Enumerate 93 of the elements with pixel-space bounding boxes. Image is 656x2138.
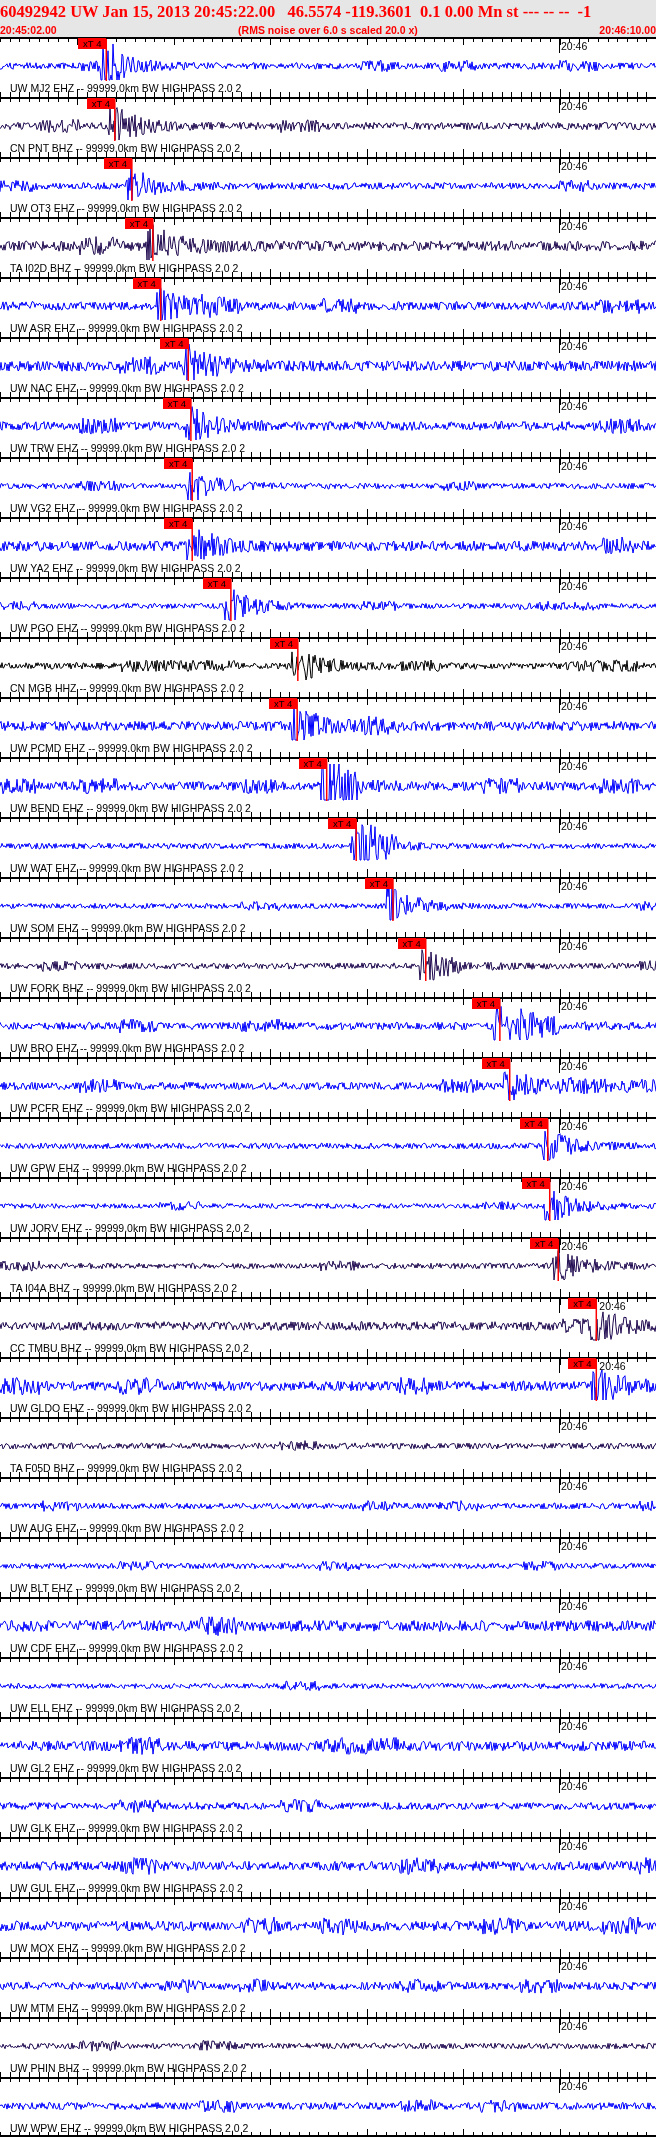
- time-mark: 20:46: [561, 160, 588, 172]
- time-mark: 20:46: [561, 2020, 588, 2032]
- pick-label: xT 4: [269, 698, 298, 709]
- channel-label: UW YA2 EHZ -- 99999.0km BW HIGHPASS 2.0 2: [10, 562, 241, 574]
- pick-label: xT 4: [481, 1058, 510, 1069]
- time-mark: 20:46: [561, 40, 588, 52]
- time-mark: 20:46: [561, 880, 588, 892]
- time-mark: 20:46: [561, 1120, 588, 1132]
- pick-label: xT 4: [162, 398, 191, 409]
- time-mark: 20:46: [561, 400, 588, 412]
- time-mark: 20:46: [561, 280, 588, 292]
- channel-label: UW GL2 EHZ -- 99999.0km BW HIGHPASS 2.0 2: [10, 1762, 242, 1774]
- pick-label: xT 4: [471, 998, 500, 1009]
- channel-label: UW BLT EHZ -- 99999.0km BW HIGHPASS 2.0 2: [10, 1582, 240, 1594]
- pick-label: xT 4: [160, 338, 189, 349]
- channel-label: UW TRW EHZ -- 99999.0km BW HIGHPASS 2.0 2: [10, 442, 246, 454]
- time-mark: 20:46: [561, 1540, 588, 1552]
- pick-label: xT 4: [124, 218, 153, 229]
- channel-label: UW GPW EHZ -- 99999.0km BW HIGHPASS 2.0 2: [10, 1162, 247, 1174]
- time-mark: 20:46: [561, 1420, 588, 1432]
- channel-label: UW PGO EHZ -- 99999.0km BW HIGHPASS 2.0 2: [10, 622, 245, 634]
- pick-label: xT 4: [86, 98, 115, 109]
- time-mark: 20:46: [561, 520, 588, 532]
- pick-label: xT 4: [78, 38, 107, 49]
- time-mark: 20:46: [561, 820, 588, 832]
- time-mark: 20:46: [561, 220, 588, 232]
- pick-label: xT 4: [298, 758, 327, 769]
- pick-label: xT 4: [364, 878, 393, 889]
- channel-label: UW WPW EHZ -- 99999.0km BW HIGHPASS 2.0 2: [10, 2122, 249, 2134]
- pick-label: xT 4: [269, 638, 298, 649]
- channel-label: UW VG2 EHZ -- 99999.0km BW HIGHPASS 2.0 2: [10, 502, 243, 514]
- channel-label: UW SOM EHZ -- 99999.0km BW HIGHPASS 2.0 2: [10, 922, 246, 934]
- pick-label: xT 4: [568, 1358, 597, 1369]
- time-mark: 20:46: [561, 1660, 588, 1672]
- channel-label: UW OT3 EHZ -- 99999.0km BW HIGHPASS 2.0 2: [10, 202, 243, 214]
- channel-label: UW MOX EHZ -- 99999.0km BW HIGHPASS 2.0 2: [10, 1942, 246, 1954]
- channel-label: UW MJ2 EHZ -- 99999.0km BW HIGHPASS 2.0 2: [10, 82, 242, 94]
- time-mark: 20:46: [561, 1840, 588, 1852]
- time-mark: 20:46: [561, 340, 588, 352]
- channel-label: UW PCFR EHZ -- 99999.0km BW HIGHPASS 2.0 2: [10, 1102, 251, 1114]
- channel-label: UW FORK BHZ -- 99999.0km BW HIGHPASS 2.0 2: [10, 982, 251, 994]
- time-mark: 20:46: [561, 1900, 588, 1912]
- pick-label: xT 4: [568, 1298, 597, 1309]
- channel-label: UW AUG EHZ -- 99999.0km BW HIGHPASS 2.0 2: [10, 1522, 244, 1534]
- channel-label: UW BRO EHZ -- 99999.0km BW HIGHPASS 2.0 2: [10, 1042, 245, 1054]
- time-mark: 20:46: [561, 940, 588, 952]
- channel-label: TA F05D BHZ -- 99999.0km BW HIGHPASS 2.0 2: [10, 1462, 242, 1474]
- time-mark: 20:46: [561, 1240, 588, 1252]
- start-time: 20:45:02.00: [0, 24, 57, 37]
- pick-label: xT 4: [328, 818, 357, 829]
- time-mark: 20:46: [561, 1060, 588, 1072]
- time-mark: 20:46: [561, 580, 588, 592]
- time-mark: 20:46: [561, 1000, 588, 1012]
- time-mark: 20:46: [561, 1480, 588, 1492]
- channel-label: CC TMBU BHZ -- 99999.0km BW HIGHPASS 2.0 2: [10, 1342, 249, 1354]
- end-time: 20:46:10.00: [599, 24, 656, 37]
- time-mark: 20:46: [561, 460, 588, 472]
- pick-label: xT 4: [103, 158, 132, 169]
- channel-label: UW ELL EHZ -- 99999.0km BW HIGHPASS 2.0 2: [10, 1702, 240, 1714]
- time-mark: 20:46: [561, 100, 588, 112]
- channel-label: TA I02D BHZ -- 99999.0km BW HIGHPASS 2.0 2: [10, 262, 239, 274]
- time-mark: 20:46: [561, 1780, 588, 1792]
- time-mark: 20:46: [561, 1600, 588, 1612]
- pick-label: xT 4: [519, 1118, 548, 1129]
- channel-label: UW ASR EHZ -- 99999.0km BW HIGHPASS 2.0 2: [10, 322, 243, 334]
- channel-label: UW WAT EHZ -- 99999.0km BW HIGHPASS 2.0 2: [10, 862, 244, 874]
- time-mark: 20:46: [561, 700, 588, 712]
- channel-label: UW CDF EHZ -- 99999.0km BW HIGHPASS 2.0 2: [10, 1642, 244, 1654]
- time-mark: 20:46: [599, 1300, 626, 1312]
- pick-label: xT 4: [530, 1238, 559, 1249]
- channel-label: UW MTM EHZ -- 99999.0km BW HIGHPASS 2.0 2: [10, 2002, 246, 2014]
- channel-label: UW GLK EHZ -- 99999.0km BW HIGHPASS 2.0 2: [10, 1822, 243, 1834]
- pick-label: xT 4: [164, 458, 193, 469]
- pick-label: xT 4: [202, 578, 231, 589]
- channel-label: UW BEND EHZ -- 99999.0km BW HIGHPASS 2.0 2: [10, 802, 251, 814]
- channel-label: UW PHIN BHZ -- 99999.0km BW HIGHPASS 2.0 2: [10, 2062, 247, 2074]
- time-mark: 20:46: [561, 640, 588, 652]
- time-mark: 20:46: [561, 1180, 588, 1192]
- channel-label: UW NAC EHZ -- 99999.0km BW HIGHPASS 2.0 2: [10, 382, 244, 394]
- time-mark: 20:46: [561, 760, 588, 772]
- event-title: 60492942 UW Jan 15, 2013 20:45:22.00 46.5574 -119.3601 0.1 0.00 Mn st --- -- -- -1: [0, 2, 592, 21]
- time-mark: 20:46: [561, 1960, 588, 1972]
- scale-note: (RMS noise over 6.0 s scaled 20.0 x): [238, 24, 418, 37]
- time-mark: 20:46: [561, 2080, 588, 2092]
- pick-label: xT 4: [132, 278, 161, 289]
- pick-label: xT 4: [397, 938, 426, 949]
- time-mark: 20:46: [561, 1720, 588, 1732]
- channel-label: CN MGB HHZ -- 99999.0km BW HIGHPASS 2.0 2: [10, 682, 244, 694]
- time-mark: 20:46: [599, 1360, 626, 1372]
- pick-label: xT 4: [164, 518, 193, 529]
- channel-label: UW GUL EHZ -- 99999.0km BW HIGHPASS 2.0 2: [10, 1882, 243, 1894]
- channel-label: UW GLDO EHZ -- 99999.0km BW HIGHPASS 2.0 2: [10, 1402, 252, 1414]
- pick-label: xT 4: [521, 1178, 550, 1189]
